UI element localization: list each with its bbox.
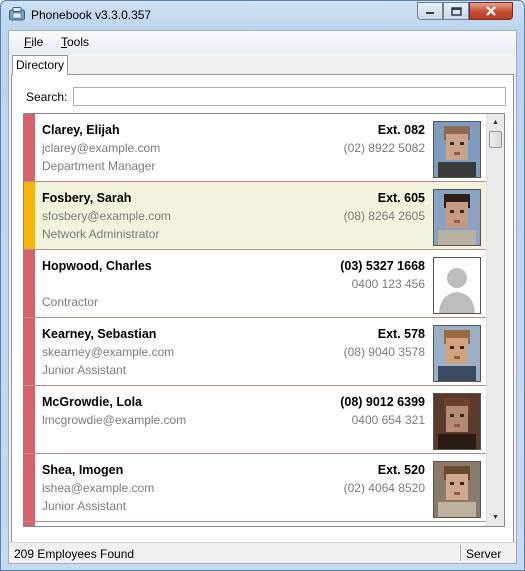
title-bar[interactable]: Phonebook v3.3.0.357 (1, 1, 524, 29)
minimize-button[interactable] (417, 2, 443, 20)
employee-row[interactable]: Kearney, Sebastian skearney@example.com Ju… (24, 318, 486, 386)
employee-name: McGrowdie, Lola (42, 395, 143, 409)
employee-email: skearney@example.com (42, 345, 175, 359)
employee-title: Network Administrator (42, 227, 160, 241)
status-color-strip (24, 522, 35, 526)
status-color-strip (24, 454, 35, 521)
employee-photo (433, 461, 481, 518)
menu-bar: File Tools (9, 31, 516, 53)
employee-primary-phone: (03) 5327 1668 (340, 259, 425, 273)
employee-photo (433, 121, 481, 178)
data-source-status: Server (466, 547, 502, 561)
status-bar: 209 Employees Found Server (9, 542, 516, 563)
status-separator (460, 545, 461, 561)
employee-name: Shea, Imogen (42, 463, 124, 477)
employee-title: Department Manager (42, 159, 156, 173)
employee-list[interactable]: Clarey, Elijah jclarey@example.com Departm… (23, 113, 505, 527)
employee-email: jclarey@example.com (42, 141, 161, 155)
employee-primary-phone: Ext. 578 (377, 327, 425, 341)
employee-row[interactable]: Clarey, Elijah jclarey@example.com Departm… (24, 114, 486, 182)
close-icon (486, 6, 496, 16)
employee-secondary-phone: (02) 4064 8520 (343, 481, 425, 495)
menu-file[interactable]: File (24, 35, 43, 49)
employee-secondary-phone: (08) 8264 2605 (343, 209, 425, 223)
client-area: File Tools Directory Search: Clarey, Eli… (8, 30, 517, 564)
employee-email: lmcgrowdie@example.com (42, 413, 187, 427)
employee-row[interactable]: Shea, Imogen ishea@example.com Junior Assi… (24, 454, 486, 522)
directory-panel: Search: Clarey, Elijah jclarey@example.co… (11, 74, 514, 550)
employee-primary-phone: Ext. 605 (377, 191, 425, 205)
employee-name: Fosbery, Sarah (42, 191, 132, 205)
employee-primary-phone: Ext. 520 (377, 463, 425, 477)
status-color-strip (24, 250, 35, 317)
employee-name: Kearney, Sebastian (42, 327, 157, 341)
employee-email: ishea@example.com (42, 481, 155, 495)
status-color-strip (24, 114, 35, 181)
menu-tools[interactable]: Tools (61, 35, 89, 49)
employee-photo (433, 257, 481, 314)
phonebook-window: Phonebook v3.3.0.357 File Tools Director… (0, 0, 525, 571)
employee-secondary-phone: 0400 123 456 (351, 277, 425, 291)
employee-photo (433, 325, 481, 382)
phonebook-app-icon (9, 7, 25, 21)
employee-photo (433, 393, 481, 450)
employee-primary-phone: (08) 9012 6399 (340, 395, 425, 409)
maximize-button[interactable] (443, 2, 469, 20)
close-button[interactable] (469, 2, 513, 20)
employee-secondary-phone: (02) 8922 5082 (343, 141, 425, 155)
search-label: Search: (26, 90, 68, 104)
scroll-up-arrow-icon[interactable]: ▲ (487, 114, 504, 131)
employee-primary-phone: Ext. 082 (377, 123, 425, 137)
status-color-strip (24, 318, 35, 385)
employee-row[interactable]: McGrowdie, Lola lmcgrowdie@example.com (08… (24, 386, 486, 454)
employee-row[interactable]: Hopwood, Charles Contractor (03) 5327 1668… (24, 250, 486, 318)
vertical-scrollbar[interactable]: ▲ ▼ (486, 114, 504, 526)
employee-count-status: 209 Employees Found (14, 547, 135, 561)
employee-photo (433, 189, 481, 246)
minimize-icon (426, 12, 434, 14)
employee-title: Junior Assistant (42, 363, 127, 377)
scroll-down-arrow-icon[interactable]: ▼ (487, 509, 504, 526)
status-color-strip (24, 182, 35, 249)
status-color-strip (24, 386, 35, 453)
search-input[interactable] (73, 87, 506, 106)
employee-email: sfosbery@example.com (42, 209, 171, 223)
employee-row[interactable]: Fosbery, Sarah sfosbery@example.com Networ… (24, 182, 486, 250)
employee-name: Hopwood, Charles (42, 259, 152, 273)
tab-directory[interactable]: Directory (12, 55, 68, 75)
employee-title: Junior Assistant (42, 499, 127, 513)
employee-secondary-phone: (08) 9040 3578 (343, 345, 425, 359)
employee-name: Clarey, Elijah (42, 123, 120, 137)
employee-secondary-phone: 0400 654 321 (351, 413, 425, 427)
maximize-icon (450, 6, 462, 16)
scroll-thumb[interactable] (489, 131, 502, 148)
employee-title: Contractor (42, 295, 99, 309)
window-title: Phonebook v3.3.0.357 (31, 8, 152, 22)
